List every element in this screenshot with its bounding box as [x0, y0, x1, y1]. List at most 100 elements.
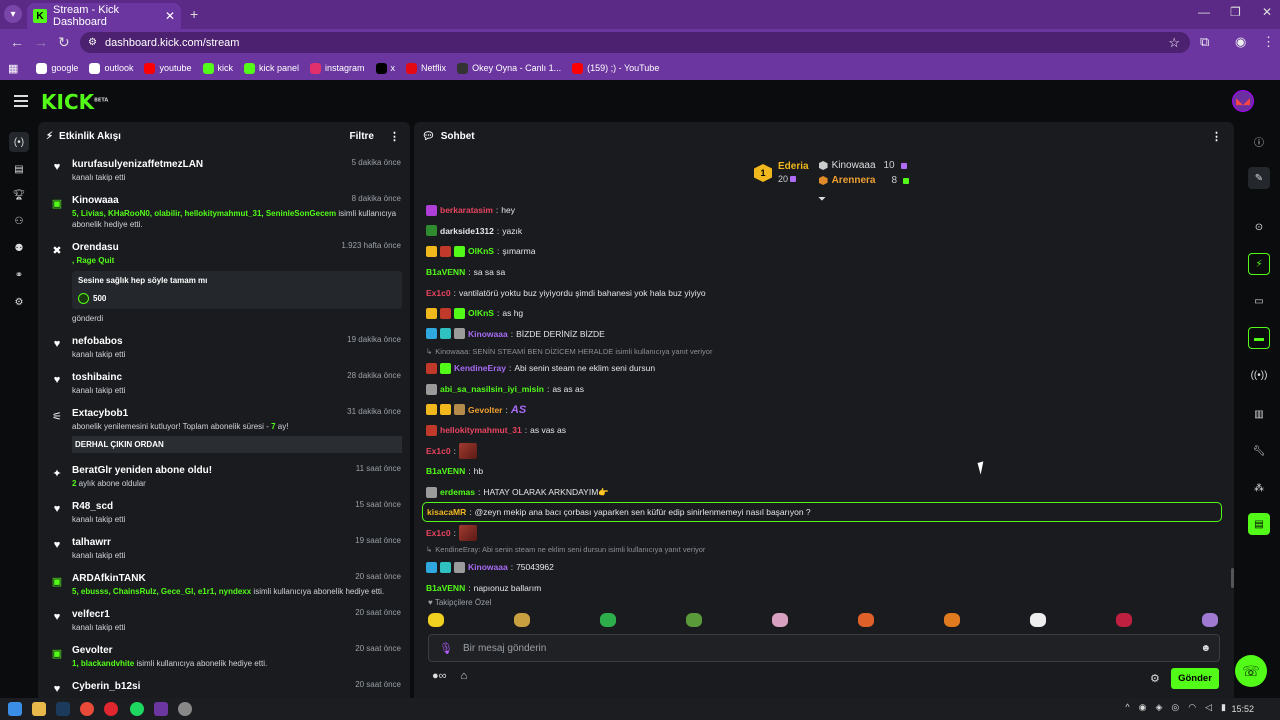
bookmark-6[interactable]: x — [375, 62, 395, 74]
activity-item[interactable]: ♥ kurufasulyenizaffetmezLAN 5 dakika önce k… — [38, 155, 410, 186]
bookmark-9[interactable]: (159) ;) - YouTube — [572, 62, 659, 74]
quick-emote[interactable] — [858, 613, 874, 627]
activity-item[interactable]: ▣ Kinowaaa 8 dakika önce 5, Livias, KHaRooN… — [38, 191, 410, 233]
close-window-icon[interactable]: ✕ — [1262, 5, 1272, 19]
volume-icon[interactable]: ◁ — [1205, 702, 1212, 713]
battery-icon[interactable]: ▮ — [1221, 702, 1226, 713]
users-icon[interactable]: ⚭ — [9, 265, 29, 285]
quick-emote[interactable] — [514, 613, 530, 627]
activity-item[interactable]: ♥ Cyberin_b12si 20 saat önce — [38, 677, 410, 697]
quick-emote[interactable] — [428, 613, 444, 627]
filter-button[interactable]: Filtre — [350, 131, 374, 142]
bookmark-4[interactable]: kick panel — [244, 62, 299, 74]
chat-toggle-icon[interactable]: ▬ — [1248, 327, 1270, 349]
support-chat-icon[interactable]: ☏ — [1235, 655, 1267, 687]
activity-item[interactable]: ♥ R48_scd 15 saat önce kanalı takip etti — [38, 497, 410, 528]
activity-item[interactable]: ✖ Orendasu 1.923 hafta önce, Rage Quit Sesi… — [38, 238, 410, 327]
chat-username[interactable]: darkside1312 — [440, 226, 494, 236]
profile-icon[interactable]: ◉ — [1235, 34, 1246, 50]
points-infinity-icon[interactable]: ●∞ — [432, 670, 447, 682]
chat-username[interactable]: berkaratasim — [440, 205, 493, 215]
bookmark-7[interactable]: Netflix — [406, 62, 446, 74]
notes-icon[interactable]: ▭ — [1248, 290, 1270, 312]
kick-logo[interactable]: KICKBETA — [41, 90, 108, 114]
chat-message[interactable]: abi_sa_nasilsin_iyi_misin: as as as — [426, 379, 1226, 400]
opera-icon[interactable] — [104, 702, 118, 716]
chat-username[interactable]: Kinowaaa — [468, 329, 508, 339]
chat-message[interactable]: Kinowaaa: BİZDE DERİNİZ BİZDE — [426, 324, 1226, 345]
spotify-icon[interactable] — [130, 702, 144, 716]
menu-icon[interactable] — [14, 95, 28, 107]
info-icon[interactable]: ⓘ — [1248, 130, 1270, 152]
chat-username[interactable]: B1aVENN — [426, 466, 465, 476]
windows-start-icon[interactable] — [8, 702, 22, 716]
user-avatar[interactable]: ◣◢ — [1232, 90, 1254, 112]
activity-item[interactable]: ♥ toshibainc 28 dakika önce kanalı takip et… — [38, 368, 410, 399]
chat-username[interactable]: OlKnS — [468, 308, 494, 318]
chat-username[interactable]: B1aVENN — [426, 583, 465, 593]
chat-username[interactable]: kisacaMR — [427, 507, 466, 517]
chat-message[interactable]: berkaratasim: hey — [426, 200, 1226, 221]
chat-username[interactable]: erdemas — [440, 487, 475, 497]
chat-message[interactable]: B1aVENN: sa sa sa — [426, 262, 1226, 283]
gift-leaderboard[interactable]: 1 Ederia 20 Kinowaaa 10 Arennera 8 — [754, 158, 910, 188]
camera-icon[interactable]: ⊙ — [1248, 216, 1270, 238]
share-icon[interactable]: ⁂ — [1248, 477, 1270, 499]
taskbar-clock[interactable]: 15:52 — [1231, 704, 1254, 714]
extensions-icon[interactable]: ⧉ — [1200, 34, 1209, 50]
activity-item[interactable]: ♥ talhawrr 19 saat önce kanalı takip etti — [38, 533, 410, 564]
quick-actions-icon[interactable]: ⚡︎ — [1248, 253, 1270, 275]
chat-message[interactable]: B1aVENN: napıonuz ballarım — [426, 578, 1226, 599]
tab-search-icon[interactable]: ▾ — [4, 5, 22, 23]
activity-item[interactable]: ▣ ARDAfkinTANK 20 saat önce 5, ebusss, Chai… — [38, 569, 410, 600]
quick-emote[interactable] — [772, 613, 788, 627]
chat-message-input[interactable]: 🎙︎ Bir mesaj gönderin ☻ — [428, 634, 1220, 662]
minimize-icon[interactable]: — — [1198, 5, 1210, 19]
quick-emote[interactable] — [600, 613, 616, 627]
quick-emote[interactable] — [1202, 613, 1218, 627]
chat-message[interactable]: erdemas: HATAY OLARAK ARKNDAYIM👉 — [426, 482, 1226, 503]
chrome-active-icon[interactable] — [154, 702, 168, 716]
activity-more-icon[interactable]: ⋮ — [389, 130, 400, 143]
chat-message[interactable]: KendineEray: Abi senin steam ne eklim sen… — [426, 358, 1226, 379]
bookmark-0[interactable]: google — [36, 62, 78, 74]
chat-message[interactable]: OlKnS: şımarma — [426, 241, 1226, 262]
layout-icon[interactable]: ▥ — [1248, 403, 1270, 425]
url-field[interactable]: ⚙ dashboard.kick.com/stream ☆ — [80, 32, 1190, 53]
edit-icon[interactable]: ✎ — [1248, 167, 1270, 189]
chat-message[interactable]: Ex1c0: — [426, 522, 1226, 543]
bookmark-3[interactable]: kick — [202, 62, 233, 74]
bookmark-1[interactable]: outlook — [89, 62, 133, 74]
trophy-icon[interactable]: 🏆︎ — [9, 185, 29, 205]
chrome-icon[interactable] — [80, 702, 94, 716]
quick-emote[interactable] — [686, 613, 702, 627]
chat-message[interactable]: Gevolter: AS — [426, 399, 1226, 420]
community-icon[interactable]: ⚇ — [9, 211, 29, 231]
send-button[interactable]: Gönder — [1171, 668, 1219, 689]
apps-grid-icon[interactable]: ▦ — [8, 62, 18, 75]
bot-icon[interactable]: ⚉ — [9, 238, 29, 258]
chat-username[interactable]: hellokitymahmut_31 — [440, 425, 522, 435]
chat-message[interactable]: darkside1312: yazık — [426, 221, 1226, 242]
broadcast-signal-icon[interactable]: ((•)) — [1248, 364, 1270, 386]
close-tab-icon[interactable]: ✕ — [165, 9, 175, 23]
dashboard-icon[interactable]: ▤ — [9, 159, 29, 179]
forward-icon[interactable]: → — [34, 34, 48, 50]
steam-icon[interactable] — [56, 702, 70, 716]
activity-item[interactable]: ⚟ Extacybob1 31 dakika önce abonelik yenile… — [38, 404, 410, 456]
chat-username[interactable]: Gevolter — [468, 405, 503, 415]
bookmark-5[interactable]: instagram — [310, 62, 365, 74]
activity-item[interactable]: ✦ BeratGlr yeniden abone oldu! 11 saat önc… — [38, 461, 410, 492]
tray-app-icon[interactable]: ◉ — [1139, 702, 1147, 713]
tray-discord-icon[interactable]: ◈ — [1155, 702, 1162, 713]
store-icon[interactable]: ⌂ — [461, 670, 468, 682]
chat-message[interactable]: Kinowaaa:75043962 — [426, 557, 1226, 578]
new-tab-icon[interactable]: + — [190, 6, 198, 22]
chat-username[interactable]: KendineEray — [454, 363, 506, 373]
browser-tab-active[interactable]: K Stream - Kick Dashboard ✕ — [27, 3, 181, 29]
activity-item[interactable]: ♥ nefobabos 19 dakika önce kanalı takip ett… — [38, 332, 410, 363]
bookmark-8[interactable]: Okey Oyna - Canlı 1... — [457, 62, 561, 74]
bookmark-star-icon[interactable]: ☆ — [1168, 35, 1180, 51]
broadcast-icon[interactable]: (•) — [9, 132, 29, 152]
settings-icon[interactable]: ⚙ — [9, 292, 29, 312]
